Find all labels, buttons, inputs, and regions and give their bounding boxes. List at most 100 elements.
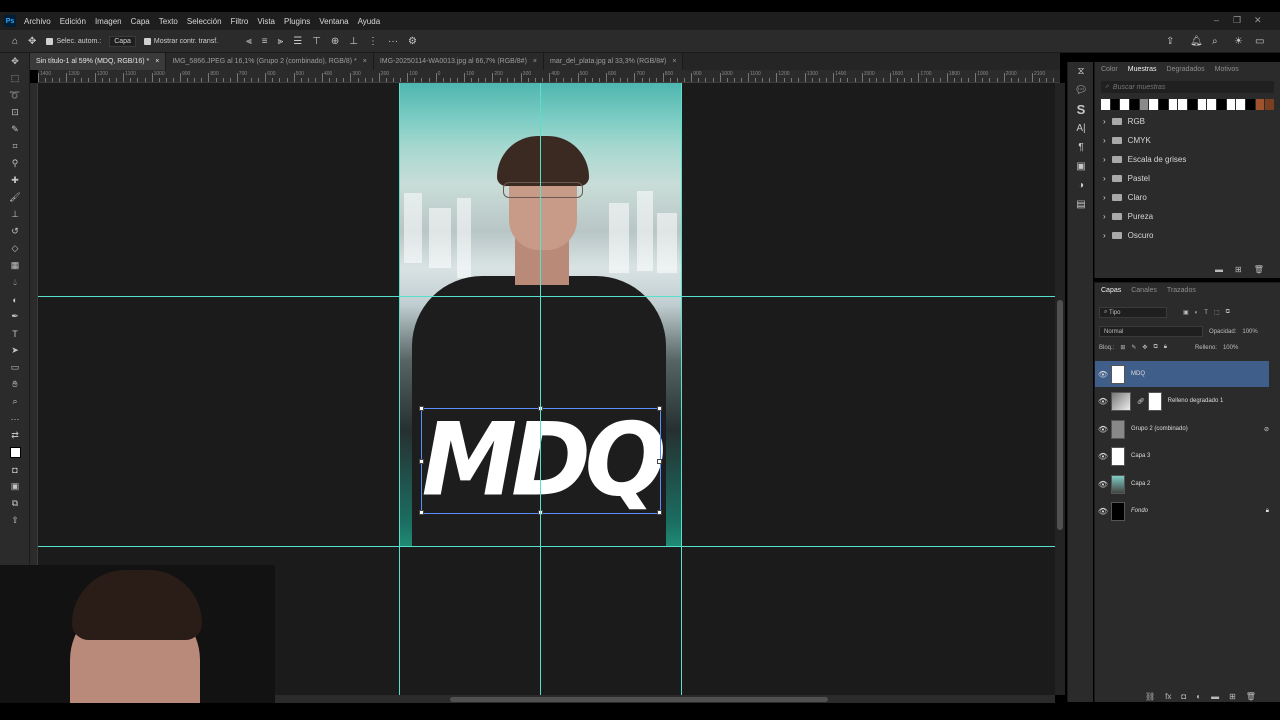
eye-icon[interactable]: 👁︎ <box>1095 425 1111 434</box>
pen-tool-icon[interactable]: ✒ <box>0 308 30 325</box>
gradient-tool-icon[interactable]: ▦ <box>0 257 30 274</box>
filter-shape-icon[interactable]: ⬚ <box>1214 309 1220 316</box>
tab-color[interactable]: Color <box>1101 66 1118 74</box>
auto-select-target-dropdown[interactable]: Capa <box>109 35 136 47</box>
swatch-folder[interactable]: › Escala de grises <box>1095 150 1280 169</box>
share-icon[interactable]: ⇪ <box>1166 36 1174 47</box>
link-layers-icon[interactable]: ⛓ <box>1145 692 1155 701</box>
align-middle-icon[interactable]: ⊕ <box>331 36 339 47</box>
menu-edicion[interactable]: Edición <box>60 17 86 26</box>
close-icon[interactable]: × <box>363 58 367 65</box>
tab-document[interactable]: IMG_5866.JPEG al 16,1% (Grupo 2 (combina… <box>166 53 374 70</box>
color-swatch[interactable] <box>1188 99 1197 110</box>
history-brush-icon[interactable]: ↺ <box>0 223 30 240</box>
swatch-folder[interactable]: › Claro <box>1095 188 1280 207</box>
shape-tool-icon[interactable]: ▭ <box>0 359 30 376</box>
quick-mask-icon[interactable]: ◘ <box>0 461 30 478</box>
gear-icon[interactable]: ⚙ <box>408 36 417 47</box>
color-swatch[interactable] <box>1159 99 1168 110</box>
menu-ayuda[interactable]: Ayuda <box>358 17 381 26</box>
align-right-icon[interactable]: ⫸ <box>278 36 284 47</box>
tab-document[interactable]: mar_del_plata.jpg al 33,3% (RGB/8#) × <box>544 53 684 70</box>
swatch-folder[interactable]: › RGB <box>1095 112 1280 131</box>
align-bottom-icon[interactable]: ⊥ <box>349 36 358 47</box>
color-swatch[interactable] <box>1130 99 1139 110</box>
workspace-icon[interactable]: ▭ <box>1255 36 1264 47</box>
brush-tool-icon[interactable]: 🖌︎ <box>0 189 30 206</box>
color-swatch[interactable] <box>1236 99 1246 110</box>
more-options-icon[interactable]: ··· <box>388 36 398 47</box>
artboard-icon[interactable]: ⧉ <box>0 495 30 512</box>
tab-canales[interactable]: Canales <box>1131 287 1157 295</box>
object-select-tool-icon[interactable]: ⊡ <box>0 104 30 121</box>
guide-horizontal[interactable] <box>38 296 1055 297</box>
eye-icon[interactable]: 👁︎ <box>1095 397 1111 406</box>
swatch-folder[interactable]: › Pureza <box>1095 207 1280 226</box>
transform-handle[interactable] <box>419 406 424 411</box>
lightbulb-icon[interactable]: ☀ <box>1234 36 1243 47</box>
type-tool-icon[interactable]: T <box>0 325 30 342</box>
color-swatch[interactable] <box>1110 99 1120 110</box>
eyedropper-tool-icon[interactable]: ⚲ <box>0 155 30 172</box>
hand-tool-icon[interactable]: ✋︎ <box>0 376 30 393</box>
guide-vertical[interactable] <box>540 83 541 695</box>
ruler-horizontal[interactable]: 1400 1300 1200 1100 1000 900 800 700 600 500 400 30… <box>38 70 1060 83</box>
tab-muestras[interactable]: Muestras <box>1128 66 1157 74</box>
move-tool-icon[interactable]: ✥ <box>28 36 36 47</box>
tab-motivos[interactable]: Motivos <box>1215 66 1239 74</box>
swatch-folder[interactable]: › CMYK <box>1095 131 1280 150</box>
lasso-tool-icon[interactable]: ➰ <box>0 87 30 104</box>
layer-row-grupo2[interactable]: 👁︎ Grupo 2 (combinado) ⊘ <box>1095 416 1269 442</box>
search-icon[interactable]: ⌕ <box>1212 36 1218 47</box>
auto-select-checkbox[interactable]: Selec. autom.: <box>46 37 101 45</box>
adjustments-panel-icon[interactable]: ◑ <box>1068 176 1094 195</box>
minimize-icon[interactable]: – <box>1214 15 1219 25</box>
stock-panel-icon[interactable]: S <box>1068 100 1094 119</box>
layer-row-capa3[interactable]: 👁︎ Capa 3 <box>1095 443 1269 469</box>
layer-row-fondo[interactable]: 👁︎ Fondo 🔒︎ <box>1095 498 1269 524</box>
trash-icon[interactable]: 🗑︎ <box>1254 265 1264 274</box>
tab-document[interactable]: Sin título-1 al 59% (MDQ, RGB/16) * × <box>30 53 167 70</box>
align-center-icon[interactable]: ≡ <box>262 36 268 47</box>
color-swatch-icon[interactable] <box>0 444 30 461</box>
swap-colors-icon[interactable]: ⇄ <box>0 427 30 444</box>
stamp-tool-icon[interactable]: ⊥ <box>0 206 30 223</box>
align-left-icon[interactable]: ⫷ <box>246 36 252 47</box>
lock-transparent-icon[interactable]: ⊞ <box>1120 344 1125 351</box>
color-swatch[interactable] <box>1197 99 1207 110</box>
tab-capas[interactable]: Capas <box>1101 287 1121 295</box>
character-panel-icon[interactable]: A| <box>1068 119 1094 138</box>
comments-panel-icon[interactable]: 💬︎ <box>1068 81 1094 100</box>
color-swatch[interactable] <box>1120 99 1130 110</box>
new-swatch-icon[interactable]: ⊞ <box>1235 265 1242 274</box>
lock-pixels-icon[interactable]: ✎ <box>1131 344 1136 351</box>
restore-icon[interactable]: ❐ <box>1233 15 1241 26</box>
menu-texto[interactable]: Texto <box>159 17 178 26</box>
filter-pixel-icon[interactable]: ▣ <box>1183 309 1189 316</box>
close-icon[interactable]: × <box>533 58 537 65</box>
crop-tool-icon[interactable]: ⌗ <box>0 138 30 155</box>
menu-archivo[interactable]: Archivo <box>24 17 51 26</box>
transform-handle[interactable] <box>419 510 424 515</box>
share-tool-icon[interactable]: ⇧ <box>0 512 30 529</box>
close-icon[interactable]: × <box>672 58 676 65</box>
layer-row-mdq[interactable]: 👁︎ MDQ <box>1095 361 1269 387</box>
color-swatch[interactable] <box>1246 99 1255 110</box>
screen-mode-icon[interactable]: ▣ <box>0 478 30 495</box>
swatch-folder[interactable]: › Oscuro <box>1095 226 1280 245</box>
menu-filtro[interactable]: Filtro <box>231 17 249 26</box>
color-swatch[interactable] <box>1226 99 1236 110</box>
show-transform-checkbox[interactable]: Mostrar contr. transf. <box>143 37 218 45</box>
add-mask-icon[interactable]: ◘ <box>1181 692 1186 701</box>
align-top-icon[interactable]: ⊤ <box>312 36 321 47</box>
tab-degradados[interactable]: Degradados <box>1167 66 1205 74</box>
eye-icon[interactable]: 👁︎ <box>1095 370 1111 379</box>
opacity-input[interactable]: 100% <box>1242 329 1257 335</box>
lock-artboard-icon[interactable]: ⧉ <box>1153 344 1157 351</box>
menu-seleccion[interactable]: Selección <box>187 17 222 26</box>
color-swatch[interactable] <box>1178 99 1188 110</box>
menu-imagen[interactable]: Imagen <box>95 17 122 26</box>
color-swatch[interactable] <box>1149 99 1159 110</box>
filter-smart-icon[interactable]: ⧉ <box>1226 309 1230 316</box>
fx-icon[interactable]: fx <box>1165 692 1171 701</box>
